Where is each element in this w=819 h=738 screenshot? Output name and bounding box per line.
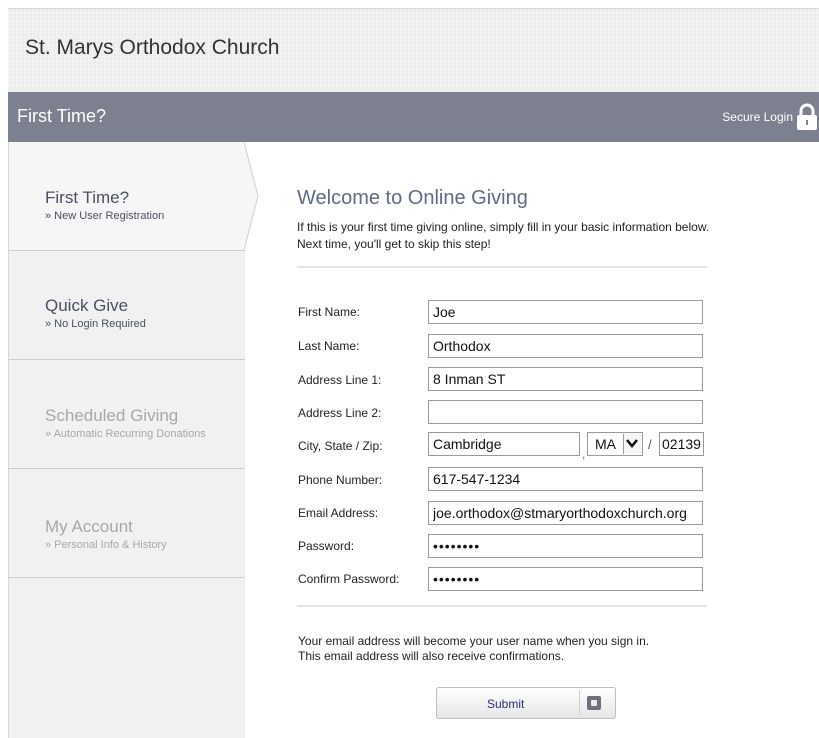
nav-bar: First Time? Secure Login <box>8 92 819 142</box>
phone-input[interactable] <box>428 467 703 491</box>
divider <box>297 605 707 607</box>
state-select[interactable]: MA <box>587 432 643 456</box>
sidebar-item-subtitle: » No Login Required <box>45 318 146 330</box>
sidebar: First Time? » New User Registration Quic… <box>8 142 245 738</box>
info-note: This email address will also receive con… <box>298 649 565 663</box>
password-label: Password: <box>298 539 355 553</box>
sidebar-item-subtitle: » Personal Info & History <box>45 539 167 551</box>
sidebar-item-title: Scheduled Giving <box>45 406 179 425</box>
main-content: Welcome to Online Giving If this is your… <box>260 142 819 738</box>
email-label: Email Address: <box>298 506 379 520</box>
button-separator <box>579 691 580 715</box>
last-name-label: Last Name: <box>298 339 360 353</box>
sidebar-item-first-time[interactable]: First Time? » New User Registration <box>9 142 245 251</box>
submit-button[interactable]: Submit <box>436 687 616 719</box>
nav-title: First Time? <box>17 106 107 126</box>
sidebar-item-title: Quick Give <box>45 296 129 315</box>
zip-input[interactable] <box>659 432 704 456</box>
page: St. Marys Orthodox Church First Time? Se… <box>8 8 819 738</box>
sidebar-item-title: My Account <box>45 517 133 536</box>
city-state-zip-label: City, State / Zip: <box>298 439 383 453</box>
submit-label: Submit <box>487 697 525 711</box>
city-input[interactable] <box>428 432 580 456</box>
address-line-1-label: Address Line 1: <box>298 373 382 387</box>
sidebar-item-subtitle: » Automatic Recurring Donations <box>45 428 206 440</box>
address-line-1-input[interactable] <box>428 367 703 391</box>
sidebar-item-my-account[interactable]: My Account » Personal Info & History <box>9 469 245 578</box>
state-value: MA <box>595 436 616 452</box>
email-input[interactable] <box>428 501 703 525</box>
phone-label: Phone Number: <box>298 473 383 487</box>
divider <box>297 266 707 268</box>
active-pointer <box>244 142 259 250</box>
sidebar-item-scheduled-giving[interactable]: Scheduled Giving » Automatic Recurring D… <box>9 360 245 469</box>
password-input[interactable] <box>428 534 703 558</box>
intro-text: If this is your first time giving online… <box>297 220 710 234</box>
sidebar-item-quick-give[interactable]: Quick Give » No Login Required <box>9 251 245 360</box>
lock-icon[interactable] <box>795 103 819 131</box>
sidebar-item-title: First Time? <box>45 188 130 207</box>
first-name-input[interactable] <box>428 300 703 324</box>
confirm-password-input[interactable] <box>428 567 703 591</box>
comma-separator: , <box>582 447 586 461</box>
confirm-password-label: Confirm Password: <box>298 572 400 586</box>
secure-login-link[interactable]: Secure Login <box>722 110 793 124</box>
info-note: Your email address will become your user… <box>298 634 650 648</box>
stop-square-icon <box>587 696 601 710</box>
sidebar-item-subtitle: » New User Registration <box>45 210 165 222</box>
first-name-label: First Name: <box>298 305 361 319</box>
intro-text: Next time, you'll get to skip this step! <box>297 237 491 251</box>
address-line-2-input[interactable] <box>428 400 703 424</box>
chevron-down-icon[interactable] <box>623 434 641 454</box>
slash-separator: / <box>648 437 652 452</box>
address-line-2-label: Address Line 2: <box>298 406 382 420</box>
church-name: St. Marys Orthodox Church <box>25 36 280 59</box>
last-name-input[interactable] <box>428 334 703 358</box>
site-header: St. Marys Orthodox Church <box>8 8 819 93</box>
page-title: Welcome to Online Giving <box>297 187 528 209</box>
